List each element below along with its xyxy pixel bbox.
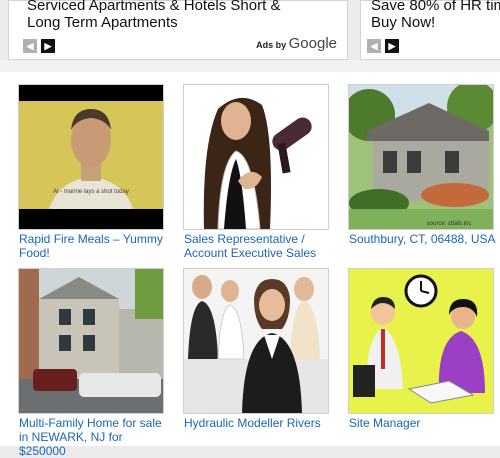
ad-text[interactable]: Serviced Apartments & Hotels Short & Lon… (27, 0, 307, 31)
multi-family-house-image (19, 269, 163, 413)
interview-clipart-image (349, 269, 493, 413)
listing-caption-link[interactable]: Southbury, CT, 06488, USA (349, 232, 499, 246)
office-team-image (184, 269, 328, 413)
image-source-text: source: cttals.inc (427, 221, 472, 227)
ad-text[interactable]: Save 80% of HR time Buy Now! (371, 0, 500, 31)
listing-caption-link[interactable]: Hydraulic Modeller Rivers (184, 416, 334, 430)
ad-next-button[interactable]: ▶ (385, 39, 399, 53)
listing-caption-link[interactable]: Rapid Fire Meals – Yummy Food! (19, 232, 169, 260)
ad-prev-button[interactable]: ◀ (367, 39, 381, 53)
section-divider (0, 60, 500, 72)
google-logo-text: Google (288, 35, 337, 52)
ad-prev-button[interactable]: ◀ (23, 39, 37, 53)
house-gray-siding-image: source: cttals.inc (349, 85, 493, 229)
ad-next-button[interactable]: ▶ (41, 39, 55, 53)
interview-clipart-thumbnail[interactable] (348, 268, 494, 414)
house-gray-siding-thumbnail[interactable]: source: cttals.inc (348, 84, 494, 230)
listing-caption-link[interactable]: Site Manager (349, 416, 499, 430)
video-caption-text: Al - marine lays a shot today (53, 189, 129, 195)
man-video-still-image: Al - marine lays a shot today (19, 85, 163, 229)
man-video-still-thumbnail[interactable]: Al - marine lays a shot today (18, 84, 164, 230)
ads-by-label: Ads by (256, 40, 287, 50)
listing-caption-link[interactable]: Multi-Family Home for sale in NEWARK, NJ… (19, 416, 169, 458)
ad-card-hr-time[interactable]: Save 80% of HR time Buy Now! ◀ ▶ (360, 0, 500, 60)
woman-hair-dryer-image (184, 85, 328, 229)
woman-hair-dryer-thumbnail[interactable] (183, 84, 329, 230)
listing-caption-link[interactable]: Sales Representative / Account Executive… (184, 232, 334, 260)
office-team-thumbnail[interactable] (183, 268, 329, 414)
ad-card-serviced-apartments[interactable]: Serviced Apartments & Hotels Short & Lon… (8, 0, 348, 60)
multi-family-house-thumbnail[interactable] (18, 268, 164, 414)
ads-by-google-attribution[interactable]: Ads by Google (256, 35, 337, 52)
